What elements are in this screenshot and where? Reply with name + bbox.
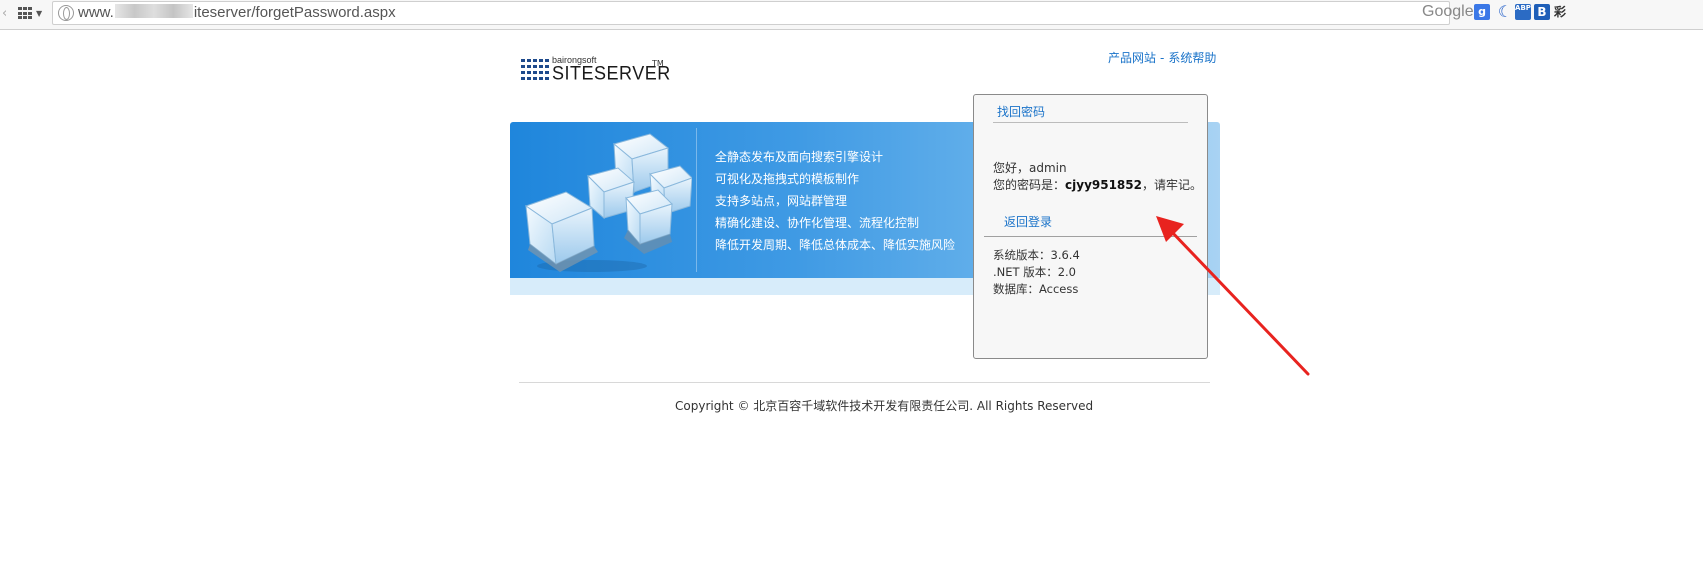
panel-divider [993,122,1188,123]
net-version: .NET 版本：2.0 [993,265,1076,279]
feature-item: 降低开发周期、降低总体成本、降低实施风险 [715,238,956,252]
feature-item: 精确化建设、协作化管理、流程化控制 [715,216,920,230]
system-info: 系统版本：3.6.4 .NET 版本：2.0 数据库：Access [993,247,1080,298]
feature-item: 可视化及拖拽式的模板制作 [715,172,860,186]
moon-extension-icon[interactable]: ☾ [1497,4,1513,20]
link-separator: - [1160,51,1165,65]
address-bar[interactable]: www. iteserver/forgetPassword.aspx [52,1,1450,25]
google-search-icon[interactable]: g [1474,4,1490,20]
cubes-illustration-icon [524,133,692,272]
back-arrow-icon[interactable]: ‹ [2,6,7,21]
feature-list: 全静态发布及面向搜索引擎设计 可视化及拖拽式的模板制作 支持多站点，网站群管理 … [715,149,955,259]
browser-toolbar: ‹ ▼ www. iteserver/forgetPassword.aspx Go… [0,0,1703,30]
adblock-extension-icon[interactable]: ABP [1515,4,1531,20]
annotation-arrow-icon [1156,216,1310,376]
footer-divider [519,382,1210,383]
logo-grid-icon [521,59,549,81]
password-suffix: ，请牢记。 [1141,178,1202,192]
apps-grid-icon[interactable] [18,7,32,20]
url-prefix: www. [78,4,114,21]
banner-divider [696,128,697,272]
b-extension-icon[interactable]: B [1534,4,1550,20]
extension-icon[interactable]: 彩 [1551,4,1569,20]
feature-item: 支持多站点，网站群管理 [715,194,848,208]
database-type: 数据库：Access [993,282,1079,296]
password-value: cjyy951852 [1065,178,1142,192]
product-site-link[interactable]: 产品网站 [1108,51,1156,65]
logo-trademark: TM [652,59,664,68]
globe-icon [58,5,74,21]
url-redacted-segment [114,4,193,18]
password-prefix: 您的密码是： [993,178,1066,192]
panel-title: 找回密码 [997,105,1046,119]
back-to-login-link[interactable]: 返回登录 [1004,213,1052,230]
system-version: 系统版本：3.6.4 [993,248,1080,262]
chevron-down-icon[interactable]: ▼ [36,9,42,18]
url-suffix: iteserver/forgetPassword.aspx [193,4,396,21]
url-text[interactable]: www. iteserver/forgetPassword.aspx [78,4,396,21]
feature-item: 全静态发布及面向搜索引擎设计 [715,150,884,164]
greeting-text: 您好，admin [993,161,1067,175]
password-message: 您的密码是：cjyy951852，请牢记。 [993,176,1202,193]
siteserver-logo: bairongsoft SITESERVER TM [521,55,671,87]
copyright-text: Copyright © 北京百容千域软件技术开发有限责任公司. All Righ… [675,399,1094,413]
search-engine-label[interactable]: Google [1422,3,1474,21]
system-help-link[interactable]: 系统帮助 [1168,51,1216,65]
top-links: 产品网站 - 系统帮助 [1108,49,1216,66]
